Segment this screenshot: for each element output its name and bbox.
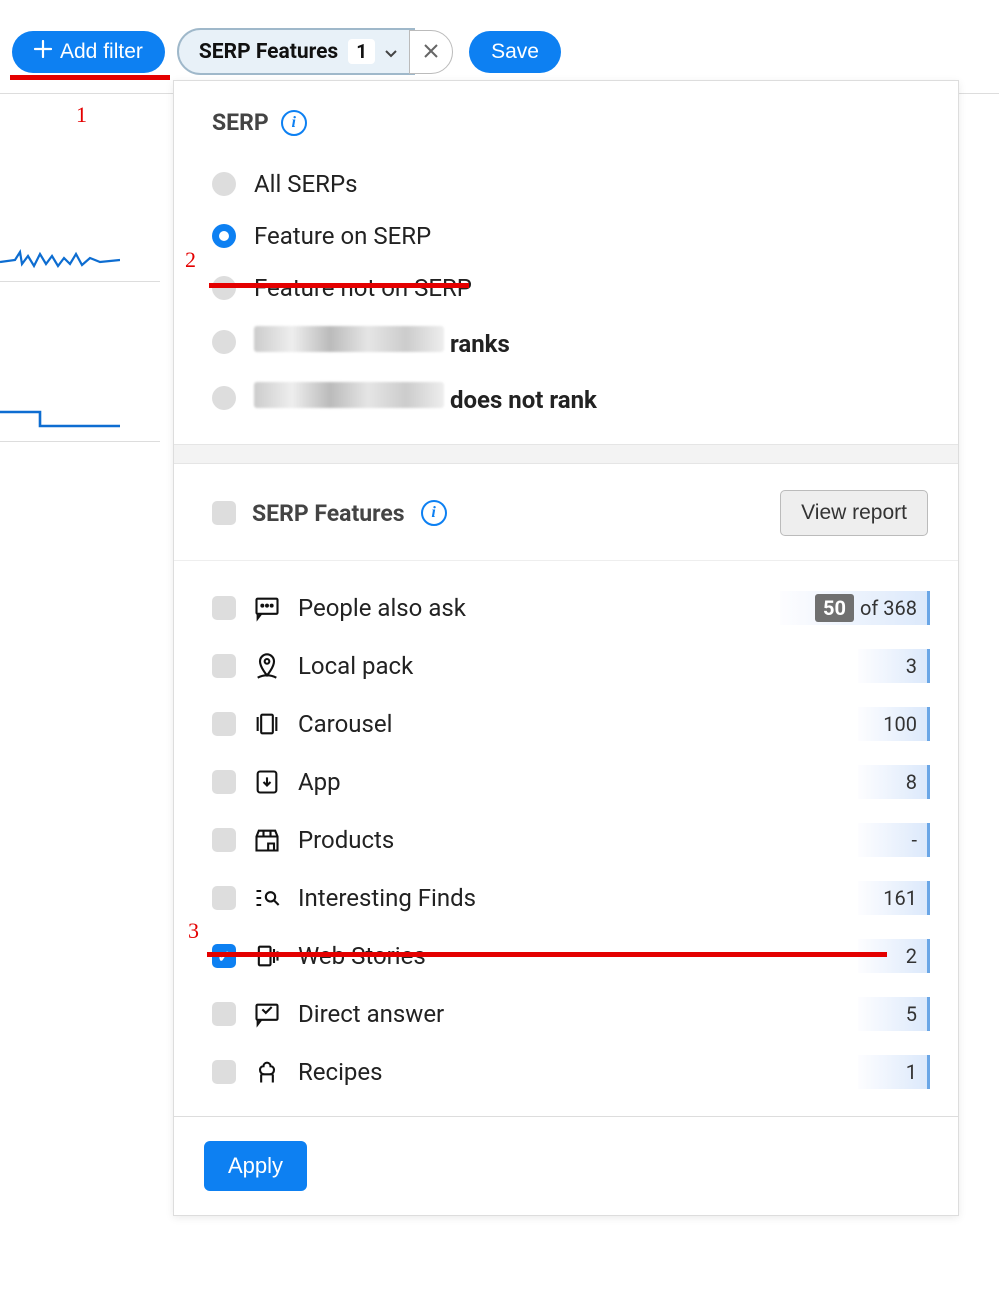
annotation-underline-1 [10,75,170,80]
serp-section-title: SERP [212,109,269,136]
annotation-3: 3 [188,918,199,944]
radio-option-2[interactable]: Feature not on SERP [212,262,928,314]
feature-label: Products [298,826,842,854]
close-icon [423,40,439,64]
annotation-1: 1 [76,102,87,128]
list-search-icon [252,883,282,913]
radio-label-1: Feature on SERP [254,222,431,250]
chat-icon [252,593,282,623]
serp-radio-section: SERP i All SERPs Feature on SERP Feature n… [174,81,958,444]
view-report-button[interactable]: View report [780,490,928,536]
feature-label: Interesting Finds [298,884,842,912]
feature-count: 5 [858,997,930,1031]
feature-count: 1 [858,1055,930,1089]
add-filter-label: Add filter [60,40,143,64]
add-filter-button[interactable]: Add filter [12,31,165,73]
pin-icon [252,651,282,681]
radio-4[interactable] [212,386,236,410]
feature-count: 100 [858,707,930,741]
feature-row-app[interactable]: App 8 [212,753,948,811]
feature-checkbox[interactable] [212,770,236,794]
feature-count: 8 [858,765,930,799]
filter-pill-count: 1 [348,39,375,64]
feature-checkbox[interactable] [212,1060,236,1084]
feature-checkbox[interactable] [212,654,236,678]
feature-checkbox[interactable] [212,712,236,736]
feature-checkbox[interactable] [212,596,236,620]
apply-button[interactable]: Apply [204,1141,307,1191]
remove-filter-button[interactable] [409,30,453,74]
carousel-icon [252,709,282,739]
save-label: Save [491,40,539,64]
feature-row-direct-answer[interactable]: Direct answer 5 [212,985,948,1043]
chef-icon [252,1057,282,1087]
radio-0[interactable] [212,172,236,196]
feature-row-products[interactable]: Products- [212,811,948,869]
plus-icon [34,40,52,64]
feature-label: App [298,768,842,796]
side-mini-charts [0,212,160,442]
answer-icon [252,999,282,1029]
feature-label: Direct answer [298,1000,842,1028]
feature-checkbox[interactable] [212,886,236,910]
annotation-underline-3 [207,952,887,957]
blurred-text [254,382,444,408]
radio-label-4: does not rank [254,382,597,414]
mini-chart-2 [0,372,160,442]
feature-row-people-also-ask[interactable]: People also ask 50of 368 [212,579,948,637]
radio-option-4[interactable]: does not rank [212,370,928,426]
feature-checkbox[interactable] [212,828,236,852]
chevron-down-icon [385,40,397,64]
mini-chart-1 [0,212,160,282]
info-icon[interactable]: i [421,500,447,526]
radio-label-2: Feature not on SERP [254,274,472,302]
radio-1[interactable] [212,224,236,248]
save-button[interactable]: Save [469,31,561,73]
radio-label-0: All SERPs [254,170,358,198]
feature-row-carousel[interactable]: Carousel 100 [212,695,948,753]
features-section-title: SERP Features [252,500,405,527]
feature-label: Local pack [298,652,842,680]
features-header: SERP Features i View report [174,464,958,561]
filter-pill-label: SERP Features [199,40,338,64]
dropdown-footer: Apply [174,1116,958,1215]
download-icon [252,767,282,797]
feature-count: 3 [858,649,930,683]
feature-checkbox[interactable] [212,1002,236,1026]
shop-icon [252,825,282,855]
feature-label: People also ask [298,594,764,622]
feature-row-recipes[interactable]: Recipes 1 [212,1043,948,1101]
section-divider [174,444,958,464]
feature-label: Recipes [298,1058,842,1086]
features-scroll-area[interactable]: People also ask 50of 368 Local pack 3 Carous… [174,561,958,1116]
select-all-checkbox[interactable] [212,501,236,525]
info-icon[interactable]: i [281,110,307,136]
feature-count: 50of 368 [780,591,930,625]
active-filter-pill[interactable]: SERP Features 1 [177,28,415,75]
radio-3[interactable] [212,330,236,354]
annotation-2: 2 [185,247,196,273]
radio-option-3[interactable]: ranks [212,314,928,370]
radio-2[interactable] [212,276,236,300]
annotation-underline-2 [209,283,469,288]
feature-count: 161 [858,881,930,915]
radio-option-0[interactable]: All SERPs [212,158,928,210]
feature-row-local-pack[interactable]: Local pack 3 [212,637,948,695]
radio-option-1[interactable]: Feature on SERP [212,210,928,262]
feature-count: - [858,823,930,857]
feature-row-interesting-finds[interactable]: Interesting Finds 161 [212,869,948,927]
blurred-text [254,326,444,352]
serp-features-dropdown: SERP i All SERPs Feature on SERP Feature n… [173,80,959,1216]
feature-label: Carousel [298,710,842,738]
radio-label-3: ranks [254,326,510,358]
